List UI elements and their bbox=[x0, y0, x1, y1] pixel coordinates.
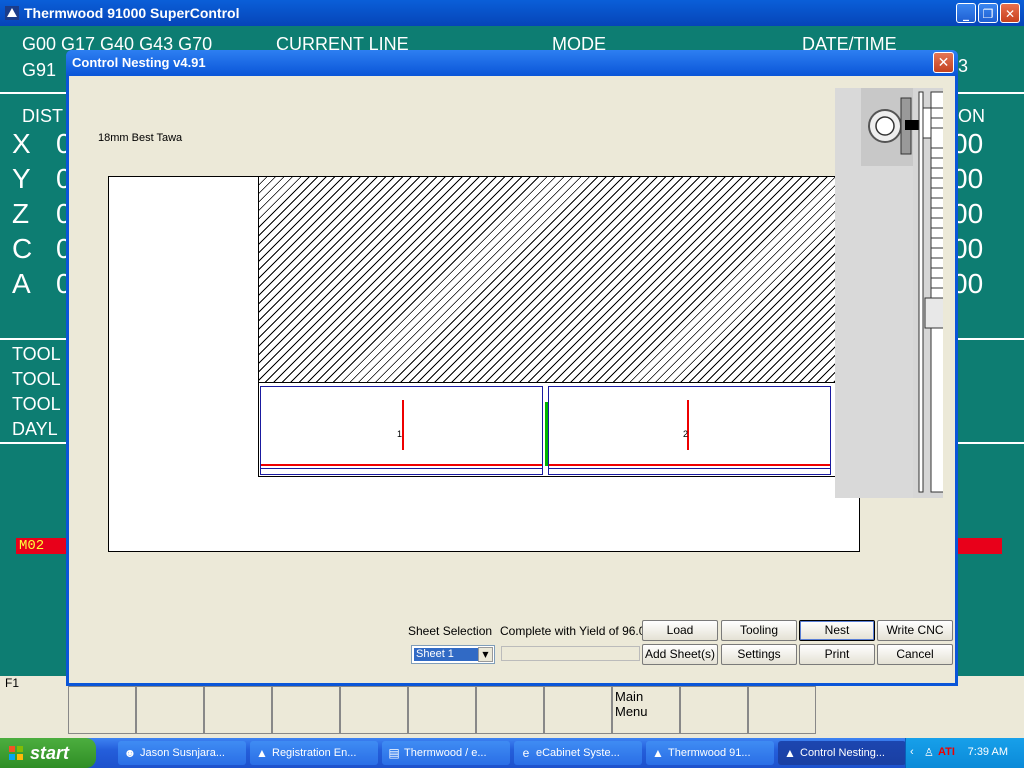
main-menu-fkey[interactable]: Main Menu bbox=[612, 686, 680, 734]
tooling-button[interactable]: Tooling bbox=[721, 620, 797, 641]
sheet-selected-value: Sheet 1 bbox=[414, 648, 478, 661]
task-thermwood-91[interactable]: ▲ Thermwood 91... bbox=[646, 741, 774, 765]
part-1-cut-mark bbox=[402, 400, 404, 450]
chevron-down-icon[interactable]: ▼ bbox=[478, 647, 493, 662]
tool-label-2: TOOL bbox=[12, 369, 61, 389]
start-label: start bbox=[30, 743, 70, 763]
header-value-partial: 3 bbox=[958, 56, 969, 76]
settings-button[interactable]: Settings bbox=[721, 644, 797, 665]
app-title-bar[interactable]: Thermwood 91000 SuperControl _ ❐ ✕ bbox=[0, 0, 1024, 26]
clock: 7:39 AM bbox=[967, 746, 1008, 758]
position-label: ON bbox=[958, 106, 985, 126]
axis-c-label: C bbox=[12, 233, 33, 264]
dialog-close-button[interactable]: ✕ bbox=[933, 52, 954, 73]
nest-button[interactable]: Nest bbox=[799, 620, 875, 641]
nest-status-text: Complete with Yield of 96.0% bbox=[500, 624, 657, 638]
dist-label: DIST bbox=[22, 106, 64, 126]
task-label: Control Nesting... bbox=[800, 747, 885, 759]
part-1-edge-blue bbox=[261, 468, 542, 469]
thermwood-icon: ▲ bbox=[652, 746, 664, 760]
task-label: Jason Susnjara... bbox=[140, 747, 225, 759]
sheet-selection-label: Sheet Selection bbox=[408, 624, 493, 638]
axis-a-label: A bbox=[12, 268, 31, 299]
gcode-modes-line2: G91 bbox=[22, 60, 57, 80]
system-tray: ‹ ♙ ATI 7:39 AM bbox=[905, 738, 1024, 768]
task-ecabinet[interactable]: e eCabinet Syste... bbox=[514, 741, 642, 765]
restore-button[interactable]: ❐ bbox=[978, 3, 998, 23]
ati-icon[interactable]: ATI bbox=[938, 746, 955, 758]
task-control-nesting[interactable]: ▲ Control Nesting... bbox=[778, 741, 906, 765]
nested-part-1[interactable]: 1 bbox=[260, 386, 543, 475]
task-label: Registration En... bbox=[272, 747, 357, 759]
task-thermwood-doc[interactable]: ▤ Thermwood / e... bbox=[382, 741, 510, 765]
minimize-button[interactable]: _ bbox=[956, 3, 976, 23]
thermwood-icon: ▲ bbox=[784, 746, 796, 760]
fkey-2[interactable] bbox=[136, 686, 204, 734]
task-label: Thermwood 91... bbox=[668, 747, 751, 759]
thermwood-icon: ▲ bbox=[256, 746, 268, 760]
user-icon[interactable]: ♙ bbox=[924, 746, 934, 759]
sheet-selection-dropdown[interactable]: Sheet 1 ▼ bbox=[411, 645, 495, 664]
fkey-8[interactable] bbox=[544, 686, 612, 734]
fkey-11[interactable] bbox=[748, 686, 816, 734]
thermwood-app-icon bbox=[5, 6, 19, 20]
control-nesting-dialog: Control Nesting v4.91 ✕ 18mm Best Tawa 1… bbox=[66, 50, 958, 686]
axis-x-label: X bbox=[12, 128, 31, 159]
f1-label: F1 bbox=[5, 676, 20, 690]
windows-logo-icon bbox=[9, 746, 23, 760]
cancel-button[interactable]: Cancel bbox=[877, 644, 953, 665]
part-2-edge-blue bbox=[549, 468, 830, 469]
part-1-edge-red bbox=[261, 464, 542, 466]
tool-label-3: TOOL bbox=[12, 394, 61, 414]
daylight-label: DAYL bbox=[12, 419, 58, 439]
close-app-button[interactable]: ✕ bbox=[1000, 3, 1020, 23]
app-title: Thermwood 91000 SuperControl bbox=[24, 5, 240, 21]
fkey-5[interactable] bbox=[340, 686, 408, 734]
load-button[interactable]: Load bbox=[642, 620, 718, 641]
nested-part-2[interactable]: 2 bbox=[548, 386, 831, 475]
dialog-title-bar[interactable]: Control Nesting v4.91 bbox=[66, 50, 958, 76]
dialog-title: Control Nesting v4.91 bbox=[72, 55, 206, 70]
start-button[interactable]: start bbox=[0, 738, 96, 768]
fkey-7[interactable] bbox=[476, 686, 544, 734]
part-1-number: 1 bbox=[397, 429, 403, 439]
messenger-icon: ☻ bbox=[123, 746, 137, 760]
part-2-edge-red bbox=[549, 464, 830, 466]
axis-y-label: Y bbox=[12, 163, 31, 194]
fkey-3[interactable] bbox=[204, 686, 272, 734]
task-jason[interactable]: ☻ Jason Susnjara... bbox=[118, 741, 246, 765]
axis-z-label: Z bbox=[12, 198, 30, 229]
sheet-material-label: 18mm Best Tawa bbox=[98, 132, 183, 144]
fkey-10[interactable] bbox=[680, 686, 748, 734]
fkey-6[interactable] bbox=[408, 686, 476, 734]
document-icon: ▤ bbox=[388, 746, 400, 760]
part-2-cut-mark bbox=[687, 400, 689, 450]
task-label: Thermwood / e... bbox=[404, 747, 487, 759]
taskbar: start ☻ Jason Susnjara... ▲ Registration E… bbox=[0, 738, 1024, 768]
task-registration[interactable]: ▲ Registration En... bbox=[250, 741, 378, 765]
main-menu-label-1: Main bbox=[615, 689, 644, 704]
chevron-left-icon[interactable]: ‹ bbox=[910, 746, 914, 758]
print-button[interactable]: Print bbox=[799, 644, 875, 665]
router-head-icon bbox=[835, 88, 943, 498]
fkey-1[interactable] bbox=[68, 686, 136, 734]
dialog-body: 18mm Best Tawa 1 2 Sheet Selection Compl… bbox=[69, 76, 955, 683]
waste-area bbox=[258, 177, 859, 382]
ie-icon: e bbox=[522, 746, 530, 760]
nest-progress-bar bbox=[501, 646, 640, 661]
write-cnc-button[interactable]: Write CNC bbox=[877, 620, 953, 641]
task-label: eCabinet Syste... bbox=[536, 747, 620, 759]
main-menu-label-2: Menu bbox=[615, 704, 648, 719]
add-sheets-button[interactable]: Add Sheet(s) bbox=[642, 644, 718, 665]
tool-label-1: TOOL bbox=[12, 344, 61, 364]
fkey-4[interactable] bbox=[272, 686, 340, 734]
part-2-number: 2 bbox=[683, 429, 689, 439]
nesting-canvas[interactable]: 1 2 bbox=[108, 176, 860, 552]
